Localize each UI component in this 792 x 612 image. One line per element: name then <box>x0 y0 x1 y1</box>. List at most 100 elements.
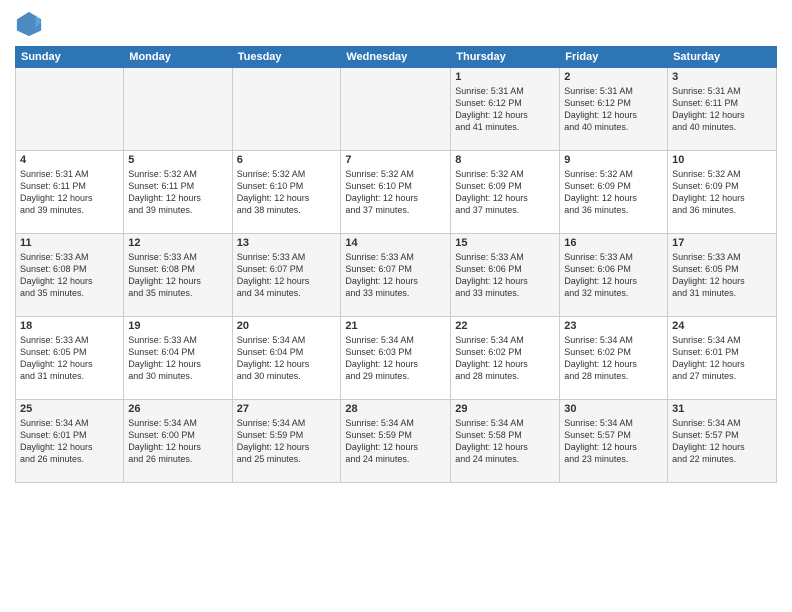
day-number: 15 <box>455 237 555 249</box>
week-row-2: 4 Sunrise: 5:31 AMSunset: 6:11 PMDaylight… <box>16 151 777 234</box>
day-cell: 3 Sunrise: 5:31 AMSunset: 6:11 PMDaylight… <box>668 68 777 151</box>
day-info: Sunrise: 5:33 AMSunset: 6:07 PMDaylight:… <box>345 251 446 300</box>
day-cell: 10 Sunrise: 5:32 AMSunset: 6:09 PMDayligh… <box>668 151 777 234</box>
day-number: 7 <box>345 154 446 166</box>
day-number: 9 <box>564 154 663 166</box>
logo <box>15 10 47 38</box>
day-cell: 17 Sunrise: 5:33 AMSunset: 6:05 PMDayligh… <box>668 234 777 317</box>
day-number: 17 <box>672 237 772 249</box>
weekday-header-saturday: Saturday <box>668 47 777 68</box>
day-number: 5 <box>128 154 227 166</box>
day-info: Sunrise: 5:34 AMSunset: 6:01 PMDaylight:… <box>672 334 772 383</box>
day-number: 1 <box>455 71 555 83</box>
day-info: Sunrise: 5:31 AMSunset: 6:12 PMDaylight:… <box>564 85 663 134</box>
day-cell: 14 Sunrise: 5:33 AMSunset: 6:07 PMDayligh… <box>341 234 451 317</box>
day-cell: 4 Sunrise: 5:31 AMSunset: 6:11 PMDaylight… <box>16 151 124 234</box>
page: SundayMondayTuesdayWednesdayThursdayFrid… <box>0 0 792 612</box>
day-number: 6 <box>237 154 337 166</box>
day-cell: 7Sunrise: 5:32 AMSunset: 6:10 PMDaylight… <box>341 151 451 234</box>
day-info: Sunrise: 5:34 AMSunset: 6:00 PMDaylight:… <box>128 417 227 466</box>
weekday-header-wednesday: Wednesday <box>341 47 451 68</box>
day-cell: 6 Sunrise: 5:32 AMSunset: 6:10 PMDaylight… <box>232 151 341 234</box>
day-number: 4 <box>20 154 119 166</box>
day-info: Sunrise: 5:33 AMSunset: 6:08 PMDaylight:… <box>128 251 227 300</box>
day-cell: 16 Sunrise: 5:33 AMSunset: 6:06 PMDayligh… <box>560 234 668 317</box>
day-number: 25 <box>20 403 119 415</box>
day-info: Sunrise: 5:33 AMSunset: 6:06 PMDaylight:… <box>455 251 555 300</box>
day-info: Sunrise: 5:31 AMSunset: 6:12 PMDaylight:… <box>455 85 555 134</box>
day-cell: 12 Sunrise: 5:33 AMSunset: 6:08 PMDayligh… <box>124 234 232 317</box>
day-cell: 24 Sunrise: 5:34 AMSunset: 6:01 PMDayligh… <box>668 317 777 400</box>
week-row-3: 11 Sunrise: 5:33 AMSunset: 6:08 PMDayligh… <box>16 234 777 317</box>
day-number: 23 <box>564 320 663 332</box>
day-cell <box>232 68 341 151</box>
day-number: 10 <box>672 154 772 166</box>
day-info: Sunrise: 5:32 AMSunset: 6:11 PMDaylight:… <box>128 168 227 217</box>
day-info: Sunrise: 5:34 AMSunset: 5:58 PMDaylight:… <box>455 417 555 466</box>
day-info: Sunrise: 5:32 AMSunset: 6:09 PMDaylight:… <box>564 168 663 217</box>
day-info: Sunrise: 5:32 AMSunset: 6:09 PMDaylight:… <box>672 168 772 217</box>
day-number: 31 <box>672 403 772 415</box>
weekday-header-monday: Monday <box>124 47 232 68</box>
day-number: 14 <box>345 237 446 249</box>
day-number: 27 <box>237 403 337 415</box>
day-cell: 11 Sunrise: 5:33 AMSunset: 6:08 PMDayligh… <box>16 234 124 317</box>
day-cell: 30 Sunrise: 5:34 AMSunset: 5:57 PMDayligh… <box>560 400 668 483</box>
day-info: Sunrise: 5:33 AMSunset: 6:05 PMDaylight:… <box>672 251 772 300</box>
day-info: Sunrise: 5:32 AMSunset: 6:09 PMDaylight:… <box>455 168 555 217</box>
day-cell: 8 Sunrise: 5:32 AMSunset: 6:09 PMDaylight… <box>451 151 560 234</box>
day-info: Sunrise: 5:34 AMSunset: 6:02 PMDaylight:… <box>455 334 555 383</box>
day-info: Sunrise: 5:34 AMSunset: 5:59 PMDaylight:… <box>345 417 446 466</box>
day-info: Sunrise: 5:33 AMSunset: 6:05 PMDaylight:… <box>20 334 119 383</box>
weekday-header-sunday: Sunday <box>16 47 124 68</box>
day-cell: 26 Sunrise: 5:34 AMSunset: 6:00 PMDayligh… <box>124 400 232 483</box>
day-number: 24 <box>672 320 772 332</box>
day-number: 16 <box>564 237 663 249</box>
day-info: Sunrise: 5:32 AMSunset: 6:10 PMDaylight:… <box>237 168 337 217</box>
day-info: Sunrise: 5:33 AMSunset: 6:07 PMDaylight:… <box>237 251 337 300</box>
day-cell <box>341 68 451 151</box>
day-cell: 28Sunrise: 5:34 AMSunset: 5:59 PMDayligh… <box>341 400 451 483</box>
day-info: Sunrise: 5:31 AMSunset: 6:11 PMDaylight:… <box>20 168 119 217</box>
weekday-header-thursday: Thursday <box>451 47 560 68</box>
day-cell: 23 Sunrise: 5:34 AMSunset: 6:02 PMDayligh… <box>560 317 668 400</box>
day-info: Sunrise: 5:34 AMSunset: 5:59 PMDaylight:… <box>237 417 337 466</box>
day-cell: 2 Sunrise: 5:31 AMSunset: 6:12 PMDaylight… <box>560 68 668 151</box>
day-info: Sunrise: 5:33 AMSunset: 6:08 PMDaylight:… <box>20 251 119 300</box>
day-cell: 18Sunrise: 5:33 AMSunset: 6:05 PMDayligh… <box>16 317 124 400</box>
day-cell: 19 Sunrise: 5:33 AMSunset: 6:04 PMDayligh… <box>124 317 232 400</box>
day-info: Sunrise: 5:34 AMSunset: 6:02 PMDaylight:… <box>564 334 663 383</box>
day-number: 11 <box>20 237 119 249</box>
day-cell: 15 Sunrise: 5:33 AMSunset: 6:06 PMDayligh… <box>451 234 560 317</box>
day-cell: 9 Sunrise: 5:32 AMSunset: 6:09 PMDaylight… <box>560 151 668 234</box>
day-cell: 5 Sunrise: 5:32 AMSunset: 6:11 PMDaylight… <box>124 151 232 234</box>
day-number: 20 <box>237 320 337 332</box>
day-cell: 27 Sunrise: 5:34 AMSunset: 5:59 PMDayligh… <box>232 400 341 483</box>
day-number: 8 <box>455 154 555 166</box>
day-number: 26 <box>128 403 227 415</box>
week-row-4: 18Sunrise: 5:33 AMSunset: 6:05 PMDayligh… <box>16 317 777 400</box>
day-info: Sunrise: 5:34 AMSunset: 6:03 PMDaylight:… <box>345 334 446 383</box>
header <box>15 10 777 38</box>
day-cell: 20Sunrise: 5:34 AMSunset: 6:04 PMDayligh… <box>232 317 341 400</box>
day-cell: 25 Sunrise: 5:34 AMSunset: 6:01 PMDayligh… <box>16 400 124 483</box>
day-cell <box>16 68 124 151</box>
calendar: SundayMondayTuesdayWednesdayThursdayFrid… <box>15 46 777 483</box>
day-cell <box>124 68 232 151</box>
day-info: Sunrise: 5:33 AMSunset: 6:04 PMDaylight:… <box>128 334 227 383</box>
day-number: 29 <box>455 403 555 415</box>
day-number: 21 <box>345 320 446 332</box>
day-number: 19 <box>128 320 227 332</box>
day-info: Sunrise: 5:34 AMSunset: 6:01 PMDaylight:… <box>20 417 119 466</box>
day-number: 3 <box>672 71 772 83</box>
day-info: Sunrise: 5:34 AMSunset: 5:57 PMDaylight:… <box>564 417 663 466</box>
logo-icon <box>15 10 43 38</box>
week-row-1: 1 Sunrise: 5:31 AMSunset: 6:12 PMDaylight… <box>16 68 777 151</box>
day-number: 2 <box>564 71 663 83</box>
day-info: Sunrise: 5:31 AMSunset: 6:11 PMDaylight:… <box>672 85 772 134</box>
day-info: Sunrise: 5:33 AMSunset: 6:06 PMDaylight:… <box>564 251 663 300</box>
day-info: Sunrise: 5:34 AMSunset: 5:57 PMDaylight:… <box>672 417 772 466</box>
day-number: 12 <box>128 237 227 249</box>
day-number: 30 <box>564 403 663 415</box>
day-cell: 13Sunrise: 5:33 AMSunset: 6:07 PMDayligh… <box>232 234 341 317</box>
